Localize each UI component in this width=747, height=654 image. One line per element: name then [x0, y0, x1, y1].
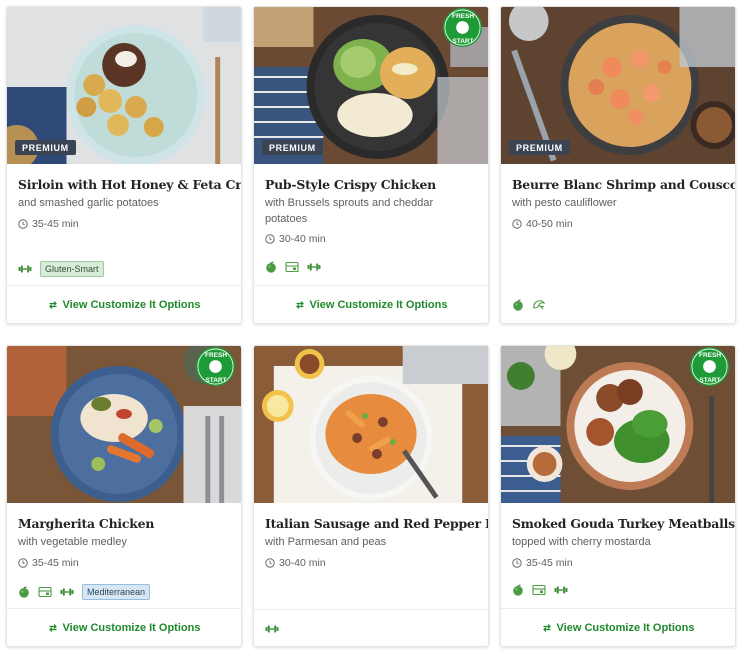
recipe-tags	[512, 584, 568, 596]
sausage-pasta-dish-image	[254, 346, 488, 503]
apple-icon	[18, 586, 30, 598]
cook-time-value: 35-45 min	[526, 556, 573, 569]
recipe-subtitle: with Brussels sprouts and cheddar potato…	[265, 197, 434, 225]
cook-time: 35-45 min	[18, 218, 230, 230]
customize-options-label: View Customize It Options	[309, 298, 448, 311]
clock-icon	[265, 234, 275, 244]
premium-badge: PREMIUM	[262, 140, 323, 155]
dumbbell-icon	[265, 623, 279, 635]
recipe-subtitle: topped with cherry mostarda	[512, 536, 651, 548]
premium-badge: PREMIUM	[15, 140, 76, 155]
card-divider	[254, 609, 488, 610]
cook-time: 30-40 min	[265, 557, 477, 569]
swap-icon	[48, 623, 58, 633]
card-footer: View Customize It Options	[7, 285, 241, 323]
cook-time-value: 40-50 min	[526, 217, 573, 230]
customize-options-link[interactable]: View Customize It Options	[295, 298, 448, 311]
recipe-photo: FRESH START	[501, 346, 735, 503]
gluten-smart-tag: Gluten-Smart	[40, 261, 104, 277]
recipe-title[interactable]: Sirloin with Hot Honey & Feta Crema	[18, 177, 241, 192]
customize-options-label: View Customize It Options	[62, 298, 201, 311]
customize-options-label: View Customize It Options	[62, 621, 201, 634]
clock-icon	[265, 558, 275, 568]
cook-time: 30-40 min	[265, 233, 477, 245]
dumbbell-icon	[60, 586, 74, 598]
start-label: START	[699, 377, 720, 384]
recipe-tags: Mediterranean	[18, 584, 151, 600]
dumbbell-icon	[18, 263, 32, 275]
recipe-title[interactable]: Italian Sausage and Red Pepper Pasta	[265, 516, 488, 531]
recipe-photo: PREMIUM	[7, 7, 241, 164]
recipe-subtitle: with vegetable medley	[18, 536, 127, 548]
meal-kit-icon	[285, 261, 299, 273]
cook-time-value: 35-45 min	[32, 217, 79, 230]
customize-options-link[interactable]: View Customize It Options	[542, 621, 695, 634]
recipe-subtitle: and smashed garlic potatoes	[18, 197, 159, 209]
recipe-photo: FRESH START PREMIUM	[254, 7, 488, 164]
cook-time: 35-45 min	[512, 557, 724, 569]
swap-icon	[48, 300, 58, 310]
recipe-tags	[265, 623, 279, 635]
card-footer: View Customize It Options	[254, 285, 488, 323]
cook-time-value: 30-40 min	[279, 556, 326, 569]
recipe-tags	[265, 261, 321, 273]
recipe-photo	[254, 346, 488, 503]
cook-time-value: 35-45 min	[32, 556, 79, 569]
recipe-card[interactable]: Italian Sausage and Red Pepper Pasta wit…	[253, 345, 489, 647]
recipe-subtitle: with Parmesan and peas	[265, 536, 387, 548]
recipe-title[interactable]: Smoked Gouda Turkey Meatballs	[512, 516, 735, 531]
recipe-card[interactable]: FRESH START Smoked Gouda Turkey Meatball…	[500, 345, 736, 647]
premium-badge: PREMIUM	[509, 140, 570, 155]
recipe-card[interactable]: FRESH START Margherita Chicken with vege…	[6, 345, 242, 647]
recipe-card[interactable]: PREMIUM Sirloin with Hot Honey & Feta Cr…	[6, 6, 242, 324]
fresh-start-badge: FRESH START	[689, 346, 730, 387]
swap-icon	[295, 300, 305, 310]
recipe-photo: PREMIUM	[501, 7, 735, 164]
cook-time: 40-50 min	[512, 218, 724, 230]
start-label: START	[205, 377, 226, 384]
customize-options-link[interactable]: View Customize It Options	[48, 298, 201, 311]
clock-icon	[18, 219, 28, 229]
fresh-label: FRESH	[452, 13, 474, 20]
dumbbell-icon	[307, 261, 321, 273]
customize-options-label: View Customize It Options	[556, 621, 695, 634]
recipe-title[interactable]: Margherita Chicken	[18, 516, 230, 531]
meal-kit-icon	[532, 584, 546, 596]
clock-icon	[18, 558, 28, 568]
cook-time-value: 30-40 min	[279, 233, 326, 245]
swap-icon	[542, 623, 552, 633]
apple-icon	[265, 261, 277, 273]
seafood-icon	[532, 299, 546, 311]
start-label: START	[452, 38, 473, 45]
fresh-start-badge: FRESH START	[442, 7, 483, 48]
recipe-subtitle: with pesto cauliflower	[512, 197, 617, 209]
cook-time: 35-45 min	[18, 557, 230, 569]
recipe-title[interactable]: Pub-Style Crispy Chicken	[265, 177, 477, 192]
customize-options-link[interactable]: View Customize It Options	[48, 621, 201, 634]
recipe-title[interactable]: Beurre Blanc Shrimp and Couscous	[512, 177, 735, 192]
recipe-card[interactable]: PREMIUM Beurre Blanc Shrimp and Couscous…	[500, 6, 736, 324]
dumbbell-icon	[554, 584, 568, 596]
card-footer: View Customize It Options	[501, 608, 735, 646]
fresh-label: FRESH	[699, 352, 721, 359]
apple-icon	[512, 584, 524, 596]
clock-icon	[512, 219, 522, 229]
card-footer: View Customize It Options	[7, 608, 241, 646]
fresh-start-badge: FRESH START	[195, 346, 236, 387]
recipe-tags	[512, 299, 546, 311]
mediterranean-tag: Mediterranean	[82, 584, 151, 600]
clock-icon	[512, 558, 522, 568]
fresh-label: FRESH	[205, 352, 227, 359]
recipe-tags: Gluten-Smart	[18, 261, 104, 277]
apple-icon	[512, 299, 524, 311]
meal-kit-icon	[38, 586, 52, 598]
recipe-photo: FRESH START	[7, 346, 241, 503]
recipe-card[interactable]: FRESH START PREMIUM Pub-Style Crispy Chi…	[253, 6, 489, 324]
